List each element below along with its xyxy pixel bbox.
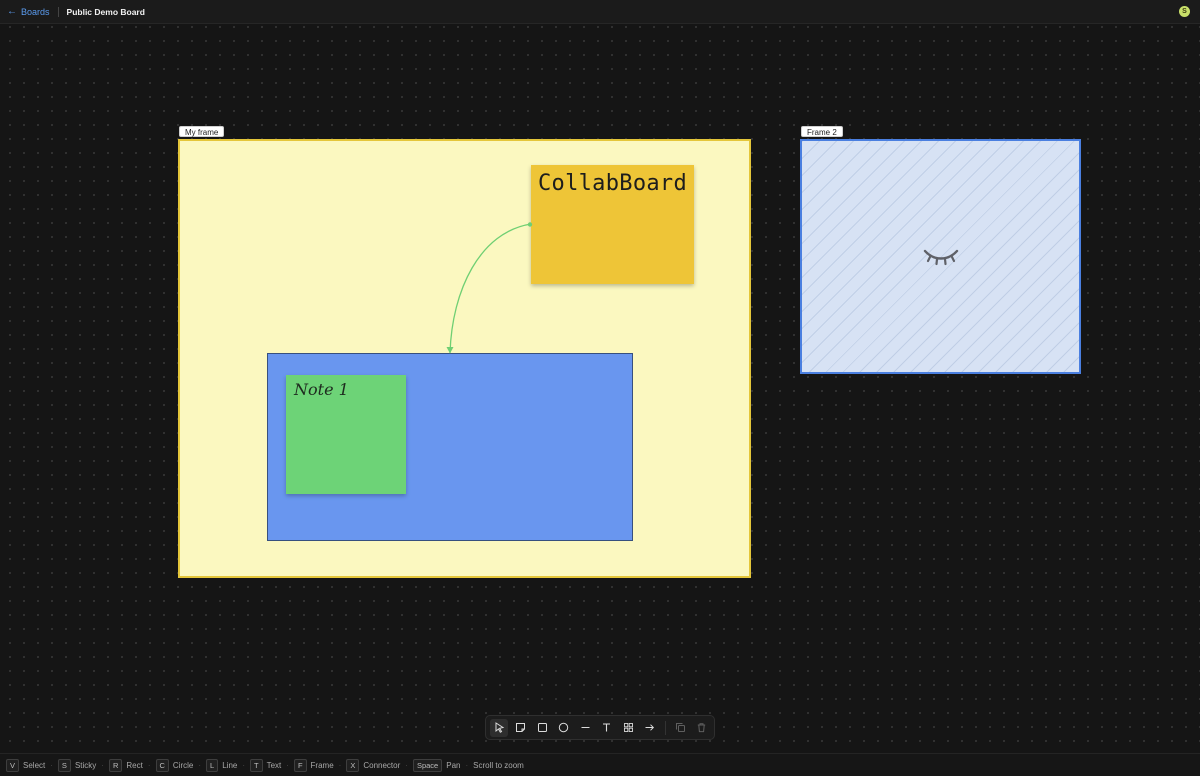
frame-tool-button[interactable] xyxy=(619,719,637,737)
separator-dot: · xyxy=(286,760,289,770)
shortcut-pan: Space Pan · xyxy=(412,758,473,772)
connector-start-handle xyxy=(527,222,533,227)
frame-frame-2[interactable] xyxy=(800,139,1081,374)
text-tool-button[interactable] xyxy=(598,719,616,737)
shortcut-label: Rect xyxy=(126,760,143,770)
separator-dot: · xyxy=(198,760,202,770)
shortcut-key: L xyxy=(206,758,219,772)
sticky-note-icon xyxy=(516,723,525,732)
line-tool-button[interactable] xyxy=(576,719,594,737)
toolbar-divider xyxy=(665,720,666,735)
frame-label-frame-2[interactable]: Frame 2 xyxy=(801,126,843,137)
separator-dot: · xyxy=(338,760,342,770)
shortcut-key: Space xyxy=(412,758,443,772)
separator-dot: · xyxy=(242,760,246,770)
connector-line[interactable] xyxy=(0,0,1200,776)
trash-icon xyxy=(697,723,706,733)
shortcut-line: L Line · xyxy=(206,758,250,772)
shortcut-key: T xyxy=(250,758,263,772)
shortcut-key: V xyxy=(6,758,20,772)
drawing-toolbar xyxy=(485,715,715,740)
shortcut-label: Line xyxy=(222,760,238,770)
sticky-tool-button[interactable] xyxy=(512,719,530,737)
separator-dot: · xyxy=(50,760,53,770)
arrow-right-icon xyxy=(645,724,655,731)
frame-grid-icon xyxy=(623,723,633,732)
shortcut-select: V Select · xyxy=(6,758,58,772)
shortcut-label: Connector xyxy=(363,760,401,770)
shortcut-label: Frame xyxy=(310,760,334,770)
separator-dot: · xyxy=(405,760,408,770)
circle-icon xyxy=(558,722,569,733)
shortcut-rect: R Rect · xyxy=(108,758,156,772)
shortcut-label: Pan xyxy=(446,760,461,770)
shortcut-label: Text xyxy=(266,760,282,770)
shortcut-connector: X Connector · xyxy=(346,758,413,772)
select-tool-button[interactable] xyxy=(490,718,508,737)
copy-icon xyxy=(675,723,685,732)
shortcut-key: R xyxy=(108,758,123,772)
shortcut-sticky: S Sticky · xyxy=(57,758,109,772)
shortcut-frame: F Frame · xyxy=(293,758,346,772)
cursor-icon xyxy=(495,722,504,733)
keyboard-shortcuts-bar: V Select · S Sticky · R Rect · C Circle … xyxy=(0,753,1200,776)
shortcut-label: Sticky xyxy=(74,760,97,770)
rect-tool-button[interactable] xyxy=(533,719,551,737)
scroll-zoom-hint: Scroll to zoom xyxy=(473,760,524,770)
connector-arrowhead xyxy=(446,347,454,354)
shortcut-circle: C Circle · xyxy=(155,758,207,772)
line-icon xyxy=(581,727,589,728)
connector-tool-button[interactable] xyxy=(641,719,659,737)
separator-dot: · xyxy=(101,760,104,770)
shortcut-label: Select xyxy=(23,760,46,770)
separator-dot: · xyxy=(465,760,469,770)
shortcut-key: S xyxy=(57,758,71,772)
duplicate-button[interactable] xyxy=(671,719,689,737)
eye-closed-icon xyxy=(923,249,959,266)
separator-dot: · xyxy=(147,760,151,770)
delete-button[interactable] xyxy=(693,719,711,737)
circle-tool-button[interactable] xyxy=(555,719,573,737)
square-icon xyxy=(537,723,547,732)
shortcut-key: X xyxy=(346,758,360,772)
text-icon xyxy=(603,723,610,732)
shortcut-text: T Text · xyxy=(250,758,294,772)
shortcut-label: Circle xyxy=(172,760,194,770)
shortcut-key: C xyxy=(155,758,169,772)
shortcut-key: F xyxy=(293,758,307,772)
